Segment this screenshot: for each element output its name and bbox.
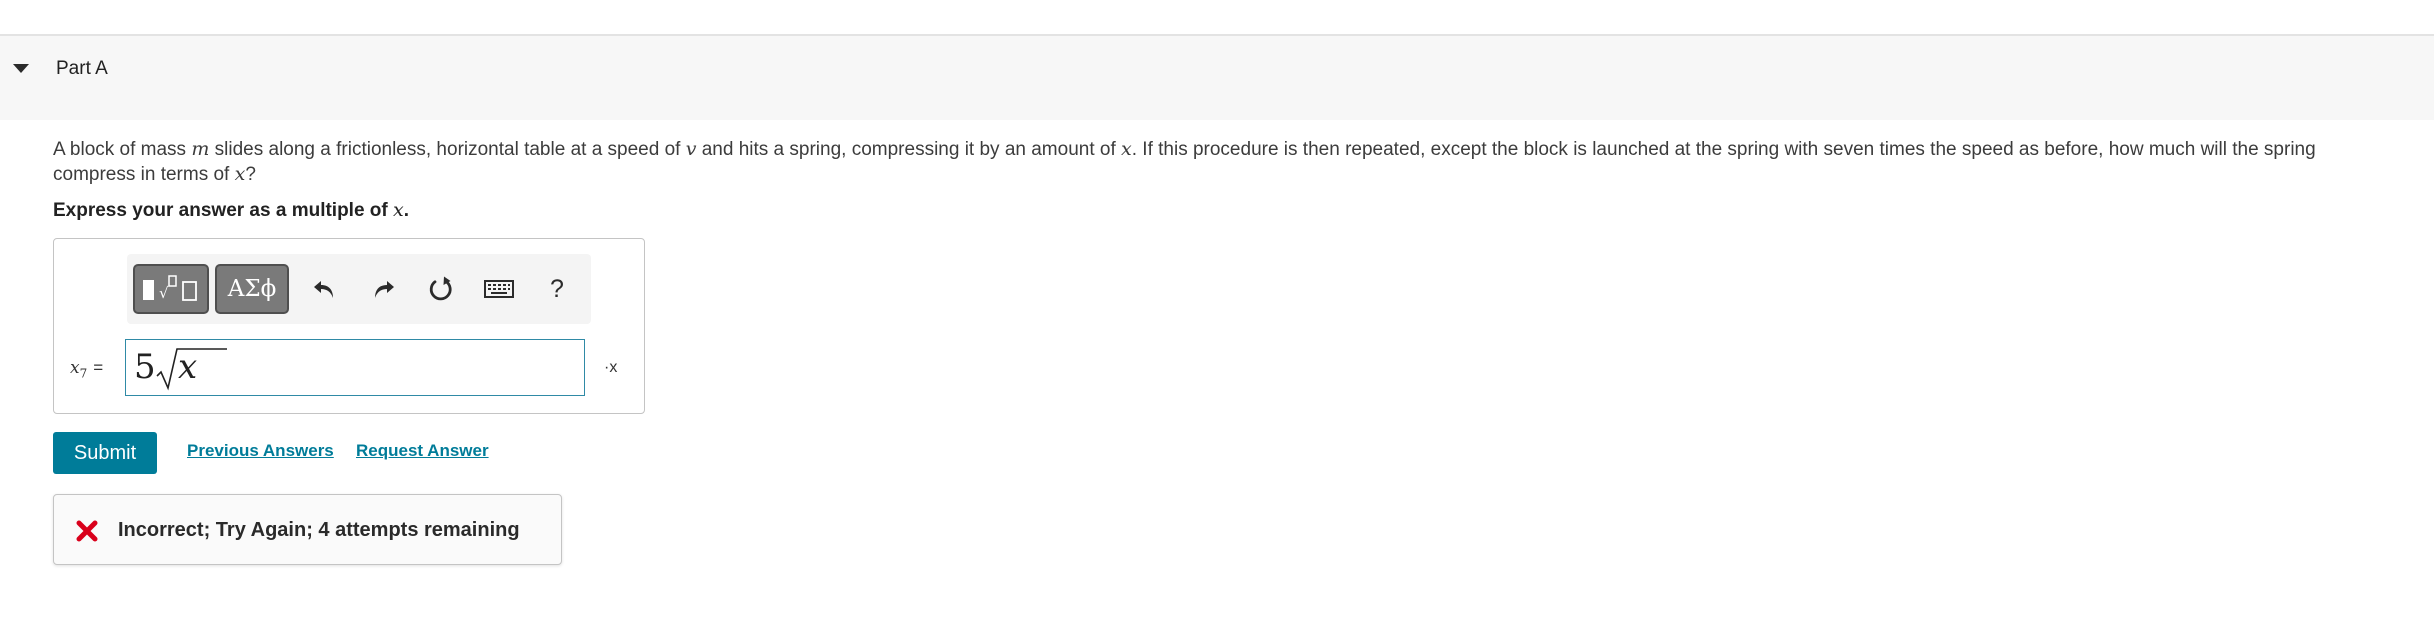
previous-answers-link[interactable]: Previous Answers [187,441,334,461]
answer-label-subscript: 7 [79,366,88,381]
keyboard-icon [484,280,514,298]
collapse-caret-icon[interactable] [13,64,29,73]
problem-text: and hits a spring, compressing it by an … [696,139,1122,160]
request-answer-link[interactable]: Request Answer [356,441,489,461]
reset-icon [429,276,452,301]
feedback-box: Incorrect; Try Again; 4 attempts remaini… [53,494,562,565]
undo-button[interactable] [303,264,347,314]
templates-button[interactable]: √ [133,264,209,314]
redo-button[interactable] [361,264,405,314]
undo-icon [314,281,333,298]
answer-coefficient: 5 [134,347,156,387]
answer-label-equals: = [93,358,104,377]
templates-icon: √ [143,275,197,302]
math-var-x: x [234,163,246,185]
math-var-v: v [685,138,697,160]
redo-icon [375,281,394,298]
problem-text: A block of mass [53,139,192,160]
problem-text: slides along a frictionless, horizontal … [209,139,686,160]
part-title[interactable]: Part A [56,58,108,80]
math-toolbar: √ ΑΣϕ ? [127,254,591,324]
svg-text:√: √ [159,284,169,302]
part-header[interactable] [0,36,2434,120]
problem-text: ? [245,164,256,185]
math-var-x: x [1121,138,1132,160]
feedback-text: Incorrect; Try Again; 4 attempts remaini… [118,519,520,541]
instruction-text: Express your answer as a multiple of [53,200,394,221]
math-var-m: m [191,138,210,160]
keyboard-button[interactable] [477,264,521,314]
problem-statement: A block of mass m slides along a frictio… [53,137,2393,187]
math-var-x: x [393,199,404,221]
answer-units: ·x [604,359,618,376]
answer-radicand: x [178,347,198,387]
greek-letters-button[interactable]: ΑΣϕ [215,264,289,314]
instruction-end: . [403,200,410,221]
submit-button[interactable]: Submit [53,432,157,474]
answer-label-var: x [70,358,80,378]
answer-input[interactable]: 5 x [125,339,585,396]
incorrect-x-icon [76,520,98,542]
help-button[interactable]: ? [535,264,579,314]
reset-button[interactable] [419,264,463,314]
answer-label: x7 = [70,358,103,380]
answer-instruction: Express your answer as a multiple of x. [53,199,409,222]
